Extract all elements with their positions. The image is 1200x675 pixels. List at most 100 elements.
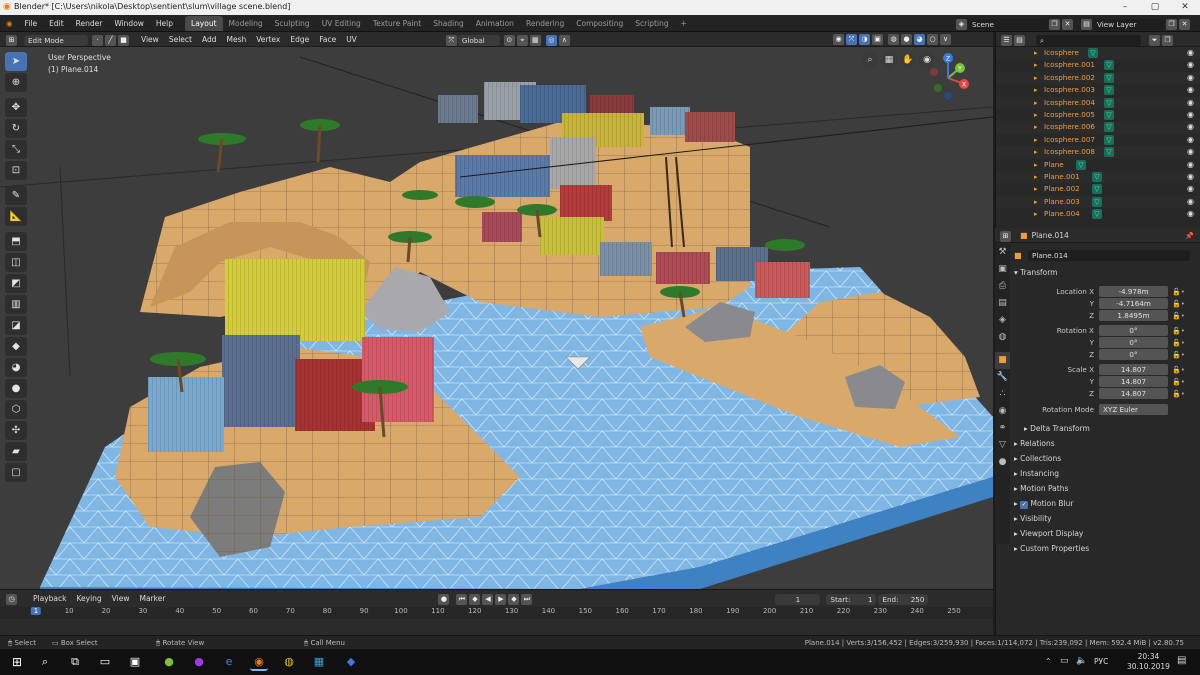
tab-texture-paint[interactable]: Texture Paint: [367, 16, 427, 31]
outliner-item[interactable]: ▸ Icosphere.005 ▽ ◉: [996, 109, 1200, 121]
poly-build-tool-icon[interactable]: ◆: [5, 337, 27, 356]
motion-paths-panel[interactable]: ▸ Motion Paths: [1014, 483, 1068, 495]
annotate-tool-icon[interactable]: ✎: [5, 186, 27, 205]
visibility-icon[interactable]: ◉: [833, 34, 844, 45]
overlay-toggle-icon[interactable]: ◑: [859, 34, 870, 45]
new-scene-icon[interactable]: ❐: [1049, 19, 1060, 30]
lock-icon[interactable]: 🔓•: [1172, 325, 1185, 337]
xray-icon[interactable]: ▣: [872, 34, 883, 45]
outliner-item[interactable]: ▸ Plane.002 ▽ ◉: [996, 183, 1200, 195]
outliner-item[interactable]: ▸ Plane.003 ▽ ◉: [996, 195, 1200, 209]
tab-compositing[interactable]: Compositing: [570, 16, 629, 31]
editor-type-icon[interactable]: ⊞: [6, 34, 17, 46]
smooth-tool-icon[interactable]: ●: [5, 379, 27, 398]
outliner-item[interactable]: ▸ Plane.004 ▽ ◉: [996, 208, 1200, 220]
rotation-y-field[interactable]: 0°: [1099, 337, 1168, 348]
tab-uv-editing[interactable]: UV Editing: [316, 16, 367, 31]
camera-view-icon[interactable]: ⌕: [862, 52, 878, 68]
3d-viewport[interactable]: [0, 47, 993, 589]
blender-taskbar-icon[interactable]: ◉: [250, 653, 268, 671]
store-icon[interactable]: ▣: [126, 653, 144, 671]
edge-browser-icon[interactable]: e: [220, 653, 238, 671]
lock-icon[interactable]: 🔓•: [1172, 376, 1185, 388]
scale-z-field[interactable]: 14.807: [1099, 388, 1168, 399]
delete-view-layer-icon[interactable]: ✕: [1179, 19, 1190, 30]
network-icon[interactable]: ▭: [1060, 656, 1069, 666]
collections-panel[interactable]: ▸ Collections: [1014, 453, 1061, 465]
rotation-x-field[interactable]: 0°: [1099, 325, 1168, 336]
menu-marker[interactable]: Marker: [134, 591, 170, 606]
shading-options-icon[interactable]: ∨: [940, 34, 951, 45]
face-select-icon[interactable]: ■: [118, 34, 129, 46]
jump-end-icon[interactable]: ⏭: [521, 593, 533, 605]
visibility-panel[interactable]: ▸ Visibility: [1014, 513, 1052, 525]
close-button[interactable]: ✕: [1170, 0, 1200, 15]
cursor-tool-icon[interactable]: ⊕: [5, 73, 27, 92]
rotate-tool-icon[interactable]: ↻: [5, 119, 27, 138]
outliner-item[interactable]: ▸ Icosphere.006 ▽ ◉: [996, 121, 1200, 134]
lock-icon[interactable]: 🔓•: [1172, 310, 1185, 322]
scale-tool-icon[interactable]: ⤡: [5, 140, 27, 159]
menu-edit[interactable]: Edit: [43, 15, 70, 32]
search-icon[interactable]: ⌕: [36, 653, 54, 671]
timeline-editor-icon[interactable]: ◷: [6, 593, 17, 605]
menu-render[interactable]: Render: [70, 15, 109, 32]
outliner-item[interactable]: ▸ Icosphere.008 ▽ ◉: [996, 146, 1200, 159]
loop-cut-tool-icon[interactable]: ▥: [5, 295, 27, 314]
location-x-field[interactable]: -4.978m: [1099, 286, 1168, 297]
maximize-button[interactable]: ▢: [1140, 0, 1170, 15]
shear-tool-icon[interactable]: ▰: [5, 442, 27, 461]
menu-view[interactable]: View: [136, 32, 164, 47]
rendered-shading-icon[interactable]: ○: [927, 34, 938, 45]
object-name-field[interactable]: Plane.014: [1028, 249, 1190, 261]
outliner-item[interactable]: ▸ Plane ▽ ◉: [996, 159, 1200, 171]
scene-icon[interactable]: ◈: [956, 19, 967, 30]
tray-up-icon[interactable]: ⌃: [1045, 657, 1052, 666]
custom-properties-panel[interactable]: ▸ Custom Properties: [1014, 543, 1089, 555]
lock-icon[interactable]: 🔓•: [1172, 349, 1185, 361]
menu-uv[interactable]: UV: [341, 32, 362, 47]
vertex-select-icon[interactable]: ·: [92, 34, 103, 46]
record-icon[interactable]: ●: [438, 593, 450, 605]
add-workspace-button[interactable]: +: [675, 16, 693, 31]
proportional-edit-icon[interactable]: ◎: [545, 34, 557, 46]
constraints-tab-icon[interactable]: ⚭: [995, 420, 1010, 437]
outliner-item[interactable]: ▸ Icosphere.001 ▽ ◉: [996, 59, 1200, 71]
delete-scene-icon[interactable]: ✕: [1062, 19, 1073, 30]
menu-timeline-view[interactable]: View: [107, 591, 135, 606]
properties-editor-icon[interactable]: ⊞: [1000, 230, 1011, 242]
menu-mesh[interactable]: Mesh: [221, 32, 251, 47]
clock[interactable]: 20:34 30.10.2019: [1127, 652, 1170, 672]
tab-shading[interactable]: Shading: [427, 16, 469, 31]
media-player-icon[interactable]: ●: [190, 653, 208, 671]
task-view-icon[interactable]: ⧉: [66, 653, 84, 671]
location-z-field[interactable]: 1.8495m: [1099, 310, 1168, 321]
file-explorer-icon[interactable]: ▭: [96, 653, 114, 671]
display-mode-icon[interactable]: ▤: [1014, 34, 1025, 46]
outliner-editor-icon[interactable]: ☰: [1001, 34, 1012, 46]
select-tool-icon[interactable]: ➤: [5, 52, 27, 71]
new-view-layer-icon[interactable]: ❐: [1166, 19, 1177, 30]
play-icon[interactable]: ▶: [495, 593, 507, 605]
jump-start-icon[interactable]: ⏮: [456, 593, 468, 605]
move-tool-icon[interactable]: ✥: [5, 98, 27, 117]
app-icon[interactable]: ▦: [310, 653, 328, 671]
bevel-tool-icon[interactable]: ◩: [5, 274, 27, 293]
extrude-tool-icon[interactable]: ⬒: [5, 232, 27, 251]
language-indicator[interactable]: РУС: [1094, 657, 1108, 666]
chrome-icon[interactable]: ◍: [280, 653, 298, 671]
outliner-item[interactable]: ▸ Icosphere.004 ▽ ◉: [996, 96, 1200, 109]
render-tab-icon[interactable]: ▣: [995, 261, 1010, 278]
transform-panel-header[interactable]: ▾ Transform: [1014, 267, 1057, 279]
scale-y-field[interactable]: 14.807: [1099, 376, 1168, 387]
menu-keying[interactable]: Keying: [71, 591, 106, 606]
scene-selector[interactable]: Scene: [968, 19, 1048, 30]
menu-select[interactable]: Select: [164, 32, 197, 47]
volume-icon[interactable]: 🔈: [1076, 656, 1087, 666]
windows-start-icon[interactable]: ⊞: [8, 653, 26, 671]
menu-face[interactable]: Face: [314, 32, 341, 47]
solid-shading-icon[interactable]: ●: [901, 34, 912, 45]
motion-blur-checkbox[interactable]: ✓: [1020, 501, 1029, 509]
outliner-item[interactable]: ▸ Plane.001 ▽ ◉: [996, 170, 1200, 184]
instancing-panel[interactable]: ▸ Instancing: [1014, 468, 1059, 480]
